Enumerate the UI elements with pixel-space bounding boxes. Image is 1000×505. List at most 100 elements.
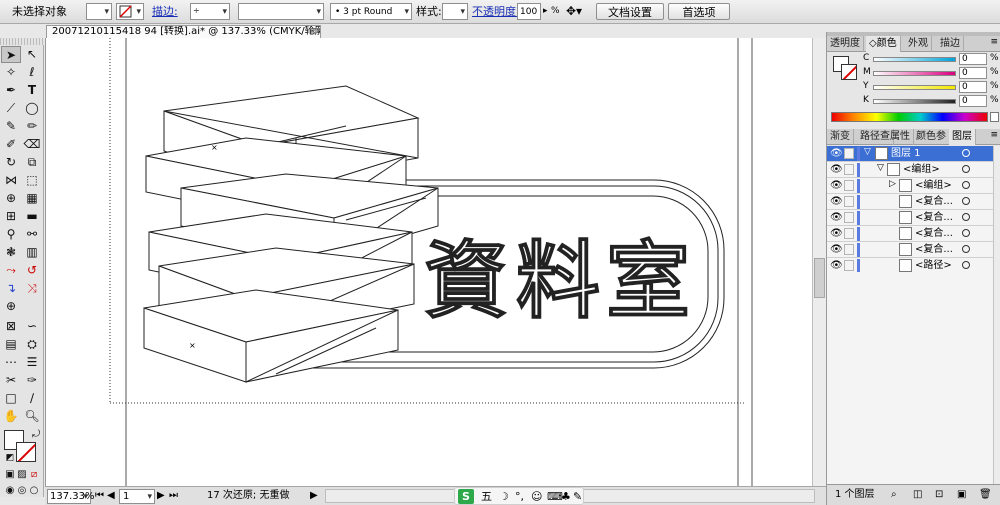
color-stroke-swatch[interactable] bbox=[841, 64, 857, 80]
custom-tool-g-icon[interactable]: ▤ bbox=[1, 336, 21, 353]
black-track[interactable] bbox=[873, 99, 956, 104]
visibility-eye-icon[interactable]: 👁︎ bbox=[830, 228, 843, 239]
zoom-dropdown[interactable]: 137.33% bbox=[47, 489, 95, 504]
brush-dropdown[interactable]: • 3 pt Round bbox=[330, 3, 412, 21]
scale-tool-icon[interactable]: ⧉ bbox=[22, 154, 42, 171]
tab-color-guide[interactable]: 颜色参 bbox=[913, 129, 950, 145]
preferences-button[interactable]: 首选项 bbox=[668, 3, 730, 20]
lasso-tool-icon[interactable]: ℓ bbox=[22, 64, 42, 81]
none-mode-icon[interactable]: ⧄ bbox=[24, 466, 44, 483]
tab-transparency[interactable]: 透明度 bbox=[827, 36, 864, 52]
style-dropdown[interactable] bbox=[442, 3, 468, 21]
lock-toggle[interactable] bbox=[844, 180, 854, 191]
status-menu-icon[interactable]: ▶ bbox=[310, 489, 318, 504]
magenta-track[interactable] bbox=[873, 71, 956, 76]
draw-inside-icon[interactable]: ○ bbox=[24, 482, 44, 499]
pencil-tool-icon[interactable]: ✏ bbox=[22, 118, 42, 135]
scrollbar-thumb[interactable] bbox=[814, 258, 825, 298]
target-circle-icon[interactable] bbox=[962, 165, 970, 173]
target-circle-icon[interactable] bbox=[962, 181, 970, 189]
fill-color-dropdown[interactable] bbox=[86, 3, 112, 21]
custom-tool-e-icon[interactable]: ⊠ bbox=[1, 318, 21, 335]
ime-logo-icon[interactable]: S bbox=[458, 489, 474, 504]
opacity-arrow-icon[interactable]: ▸ bbox=[543, 3, 548, 20]
artboard[interactable]: × × 資 料 室 bbox=[46, 38, 826, 486]
target-circle-icon[interactable] bbox=[962, 213, 970, 221]
direct-selection-tool-icon[interactable]: ↖ bbox=[22, 46, 42, 63]
expand-triangle-icon[interactable]: ▽ bbox=[864, 147, 871, 157]
yellow-track[interactable] bbox=[873, 85, 956, 90]
opacity-link[interactable]: 不透明度: bbox=[472, 3, 520, 20]
layer-row[interactable]: 👁︎ ▽ <编组> bbox=[827, 162, 993, 178]
custom-tool-h-icon[interactable]: ⛭ bbox=[22, 336, 42, 353]
cyan-track[interactable] bbox=[873, 57, 956, 62]
type-tool-icon[interactable]: T bbox=[22, 82, 42, 99]
visibility-eye-icon[interactable]: 👁︎ bbox=[830, 244, 843, 255]
document-setup-button[interactable]: 文档设置 bbox=[596, 3, 664, 20]
layer-row[interactable]: 👁︎ <复合... bbox=[827, 226, 993, 242]
lock-toggle[interactable] bbox=[844, 148, 854, 159]
width-tool-icon[interactable]: ⋈ bbox=[1, 172, 21, 189]
target-circle-icon[interactable] bbox=[962, 245, 970, 253]
ellipse-tool-icon[interactable]: ◯ bbox=[22, 100, 42, 117]
cyan-slider[interactable]: C 0 % bbox=[863, 53, 999, 66]
tab-stroke[interactable]: 描边 bbox=[937, 36, 964, 52]
opacity-input[interactable]: 100 bbox=[517, 3, 541, 20]
default-fill-stroke-icon[interactable]: ◩ bbox=[0, 450, 20, 467]
visibility-eye-icon[interactable]: 👁︎ bbox=[830, 196, 843, 207]
stroke-weight-stepper-icon[interactable]: ÷ bbox=[193, 2, 200, 19]
gradient-tool-icon[interactable]: ▬ bbox=[22, 208, 42, 225]
custom-tool-b-icon[interactable]: ↺ bbox=[22, 262, 42, 279]
target-circle-icon[interactable] bbox=[962, 197, 970, 205]
blend-tool-icon[interactable]: ⚯ bbox=[22, 226, 42, 243]
layer-row-layer1[interactable]: 👁︎ ▽ 图层 1 bbox=[827, 146, 993, 162]
user-icon[interactable]: ☺ bbox=[531, 489, 542, 504]
prev-page-icon[interactable]: ◀ bbox=[107, 489, 115, 504]
recolor-icon[interactable]: ✥▾ bbox=[566, 3, 586, 20]
custom-tool-f-icon[interactable]: ∽ bbox=[22, 318, 42, 335]
tools-grip[interactable] bbox=[0, 38, 44, 45]
shirt-icon[interactable]: ♣ bbox=[561, 489, 571, 504]
ime-mode[interactable]: 五 bbox=[481, 489, 492, 504]
expand-triangle-icon[interactable]: ▷ bbox=[889, 179, 896, 189]
selection-tool-icon[interactable]: ➤ bbox=[1, 46, 21, 63]
artboard-tool-icon[interactable]: ✂ bbox=[1, 372, 21, 389]
slice-tool-icon[interactable]: ✑ bbox=[22, 372, 42, 389]
close-tab-icon[interactable]: ⊠ bbox=[309, 26, 317, 38]
zoom-tool-icon[interactable]: 🔍︎ bbox=[22, 408, 42, 425]
lock-toggle[interactable] bbox=[844, 260, 854, 271]
eraser-tool-icon[interactable]: ⌫ bbox=[22, 136, 42, 153]
visibility-eye-icon[interactable]: 👁︎ bbox=[830, 260, 843, 271]
hand-tool-icon[interactable]: ✋ bbox=[1, 408, 21, 425]
custom-tool-i-icon[interactable]: ⋯ bbox=[1, 354, 21, 371]
column-graph-tool-icon[interactable]: ▥ bbox=[22, 244, 42, 261]
target-circle-icon[interactable] bbox=[962, 149, 970, 157]
next-page-icon[interactable]: ▶ bbox=[157, 489, 165, 504]
magenta-slider[interactable]: M 0 % bbox=[863, 67, 999, 80]
tab-appearance[interactable]: 外观 bbox=[905, 36, 932, 52]
punctuation-icon[interactable]: °, bbox=[515, 489, 524, 504]
cyan-value[interactable]: 0 bbox=[959, 53, 987, 65]
custom-tool-j-icon[interactable]: ☰ bbox=[22, 354, 42, 371]
layer-row[interactable]: 👁︎ <复合... bbox=[827, 210, 993, 226]
color-spectrum-bar[interactable] bbox=[831, 112, 988, 122]
layer-row[interactable]: 👁︎ <复合... bbox=[827, 194, 993, 210]
delete-layer-icon[interactable]: 🗑︎ bbox=[979, 488, 992, 502]
last-page-icon[interactable]: ⏭ bbox=[169, 489, 178, 504]
stroke-link[interactable]: 描边: bbox=[152, 3, 178, 20]
vertical-scrollbar[interactable] bbox=[812, 38, 826, 486]
locate-object-icon[interactable]: ⌕ bbox=[891, 488, 897, 502]
stroke-color-dropdown[interactable] bbox=[116, 3, 144, 21]
crosshair-tool-icon[interactable]: ⊕ bbox=[1, 298, 21, 315]
layer-row[interactable]: 👁︎ <复合... bbox=[827, 242, 993, 258]
variable-width-dropdown[interactable] bbox=[238, 3, 324, 21]
lock-toggle[interactable] bbox=[844, 212, 854, 223]
black-slider[interactable]: K 0 % bbox=[863, 95, 999, 108]
visibility-eye-icon[interactable]: 👁︎ bbox=[830, 212, 843, 223]
magic-wand-tool-icon[interactable]: ✧ bbox=[1, 64, 21, 81]
paintbrush-tool-icon[interactable]: ✎ bbox=[1, 118, 21, 135]
canvas[interactable]: × × 資 料 室 bbox=[45, 38, 826, 486]
first-page-icon[interactable]: ⏮ bbox=[95, 489, 104, 504]
tab-color[interactable]: ◇颜色 bbox=[866, 36, 901, 52]
panel-menu-icon[interactable]: ≡ bbox=[990, 37, 998, 47]
